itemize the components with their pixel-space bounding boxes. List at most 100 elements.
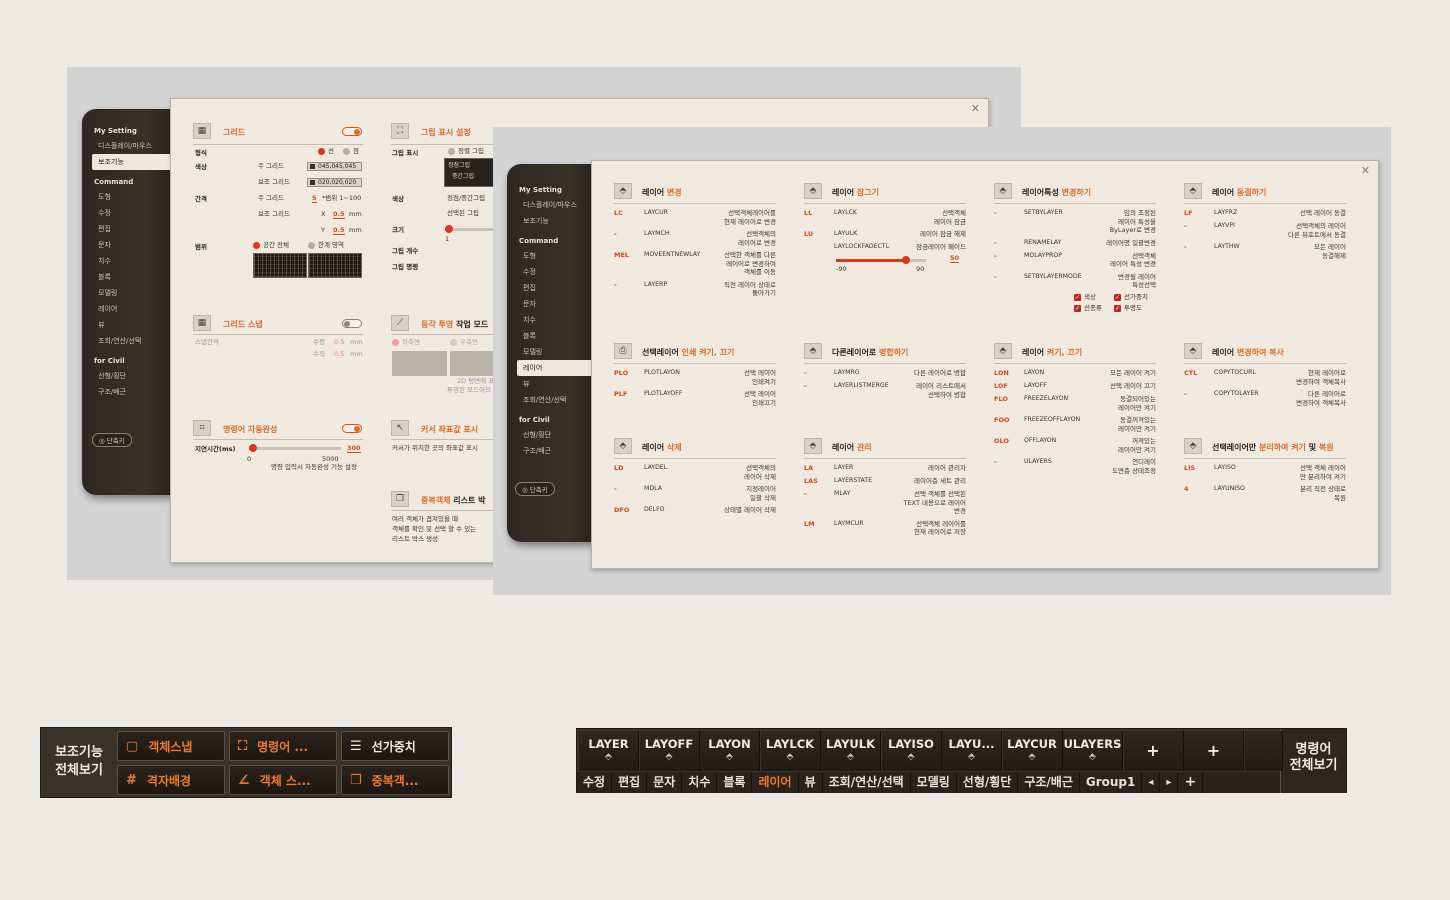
command-name[interactable]: LAYERP <box>644 281 667 288</box>
close-icon[interactable]: ✕ <box>971 102 980 115</box>
sidebar-item-edit[interactable]: 편집 <box>82 221 172 237</box>
ribbon-tab[interactable]: 선형/횡단 <box>957 772 1019 793</box>
command-name[interactable]: SETBYLAYERMODE <box>1024 273 1082 280</box>
command-view-all-button[interactable]: 명령어 전체보기 <box>1280 729 1346 793</box>
sidebar-item-text[interactable]: 문자 <box>507 296 595 312</box>
command-name[interactable]: LAYLOCKFADECTL <box>834 243 889 250</box>
command-name[interactable]: LAYERLISTMERGE <box>834 382 889 389</box>
command-name[interactable]: LAYISO <box>1214 464 1236 471</box>
radio-line[interactable] <box>318 148 325 155</box>
snap-toggle[interactable] <box>342 319 362 328</box>
tab-prev-icon[interactable]: ◂ <box>1142 772 1161 793</box>
command-name[interactable]: LAYUNISO <box>1214 485 1245 492</box>
command-name[interactable]: MOLAYPROP <box>1024 252 1062 259</box>
fade-value[interactable]: 50 <box>950 254 960 263</box>
command-name[interactable]: DELFO <box>644 506 665 513</box>
sidebar-item-dimension[interactable]: 치수 <box>82 253 172 269</box>
command-name[interactable]: RENAMELAY <box>1024 239 1061 246</box>
radio-right-side[interactable] <box>450 339 457 346</box>
command-name[interactable]: LAYOFF <box>1024 382 1047 389</box>
radio-align-grip[interactable] <box>448 148 455 155</box>
sidebar-item-block[interactable]: 블록 <box>82 269 172 285</box>
command-name[interactable]: MDLA <box>644 485 662 492</box>
ribbon-tab[interactable]: Group1 <box>1080 772 1143 793</box>
main-grid-color[interactable]: 045,045,045 <box>307 162 362 171</box>
sidebar-item-block[interactable]: 블록 <box>507 328 595 344</box>
command-name[interactable]: LAYDEL <box>644 464 667 471</box>
command-name[interactable]: LAYERSTATE <box>834 477 872 484</box>
command-name[interactable]: MOVEENTNEWLAY <box>644 251 700 258</box>
sub-grid-color[interactable]: 020,020,020 <box>307 178 362 187</box>
command-name[interactable]: LAYON <box>1024 369 1044 376</box>
main-grid-value[interactable]: 5 <box>312 194 317 203</box>
shortcut-button[interactable]: ◎ 단축키 <box>92 433 132 447</box>
sidebar-item-assist[interactable]: 보조기능 <box>92 154 172 170</box>
add-command-button[interactable]: + <box>1123 731 1184 771</box>
ribbon-tab[interactable]: 모델링 <box>911 772 957 793</box>
lineweight-button[interactable]: ☰ 선가중치 <box>341 731 449 761</box>
command-name[interactable]: LAYMRG <box>834 369 860 376</box>
sidebar-item-layer[interactable]: 레이어 <box>82 301 172 317</box>
command-name[interactable]: LAYER <box>834 464 853 471</box>
delay-slider[interactable] <box>249 444 341 452</box>
shortcut-button[interactable]: ◎ 단축키 <box>515 482 555 496</box>
snap-h-value[interactable]: 0.5 <box>334 338 344 347</box>
command-name[interactable]: LAYULK <box>834 230 857 237</box>
command-name[interactable]: LAYMCH <box>644 230 669 237</box>
command-name[interactable]: ULAYERS <box>1024 458 1052 465</box>
checkbox[interactable]: ✓ <box>1074 304 1081 312</box>
snap-v-value[interactable]: 0.5 <box>334 350 344 359</box>
ribbon-tab[interactable]: 치수 <box>682 772 718 793</box>
command-name[interactable]: LAYTHW <box>1214 243 1240 250</box>
command-name[interactable]: COPYTOLAYER <box>1214 390 1259 397</box>
sidebar-item-view[interactable]: 뷰 <box>82 317 172 333</box>
grid-background-button[interactable]: # 격자배경 <box>117 765 225 795</box>
layer-command-button[interactable]: LAYLCK ⬘ <box>760 731 821 771</box>
command-name[interactable]: LAYFRZ <box>1214 209 1237 216</box>
sidebar-item-display[interactable]: 디스플레이/마우스 <box>507 197 595 213</box>
empty-slot[interactable] <box>1244 731 1283 771</box>
sidebar-item-modify[interactable]: 수정 <box>507 264 595 280</box>
command-name[interactable]: LAYLCK <box>834 209 857 216</box>
sidebar-item-modeling[interactable]: 모델링 <box>507 344 595 360</box>
sidebar-item-modeling[interactable]: 모델링 <box>82 285 172 301</box>
layer-command-button[interactable]: LAYER ⬘ <box>579 731 639 771</box>
sidebar-item-alignment[interactable]: 선형/횡단 <box>507 427 595 443</box>
layer-command-button[interactable]: LAYU... ⬘ <box>942 731 1002 771</box>
fade-slider[interactable] <box>836 256 926 264</box>
sidebar-item-modify[interactable]: 수정 <box>82 205 172 221</box>
ribbon-tab[interactable]: 뷰 <box>799 772 823 793</box>
checkbox[interactable]: ✓ <box>1074 293 1081 301</box>
command-name[interactable]: FREEZEOFFLAYON <box>1024 416 1080 423</box>
sidebar-item-layer[interactable]: 레이어 <box>517 360 595 376</box>
sidebar-item-dimension[interactable]: 치수 <box>507 312 595 328</box>
radio-dot[interactable] <box>343 148 350 155</box>
sidebar-item-structure[interactable]: 구조/배근 <box>82 384 172 400</box>
autocomplete-toggle[interactable] <box>342 424 362 433</box>
sidebar-item-view[interactable]: 뷰 <box>507 376 595 392</box>
duplicate-button[interactable]: ❐ 중복객... <box>341 765 449 795</box>
command-name[interactable]: COPYTOCURL <box>1214 369 1256 376</box>
ribbon-tab[interactable]: 수정 <box>577 772 613 793</box>
command-name[interactable]: LAYMCUR <box>834 520 864 527</box>
sidebar-item-shape[interactable]: 도형 <box>82 189 172 205</box>
radio-limit-area[interactable] <box>308 242 315 249</box>
sidebar-item-edit[interactable]: 편집 <box>507 280 595 296</box>
ribbon-tab[interactable]: 레이어 <box>752 772 799 793</box>
ribbon-tab[interactable]: 블록 <box>717 772 753 793</box>
add-command-button[interactable]: + <box>1184 731 1244 771</box>
checkbox[interactable]: ✓ <box>1114 304 1121 312</box>
object-s-button[interactable]: ∠ 객체 스... <box>229 765 337 795</box>
sidebar-item-shape[interactable]: 도형 <box>507 248 595 264</box>
layer-command-button[interactable]: ULAYERS ⬘ <box>1063 731 1123 771</box>
command-name[interactable]: LAYVPI <box>1214 222 1235 229</box>
layer-command-button[interactable]: LAYON ⬘ <box>700 731 760 771</box>
sidebar-item-display[interactable]: 디스플레이/마우스 <box>82 138 172 154</box>
command-name[interactable]: OFFLAYON <box>1024 437 1056 444</box>
layer-command-button[interactable]: LAYULK ⬘ <box>821 731 881 771</box>
ribbon-tab[interactable]: 조회/연산/선택 <box>823 772 911 793</box>
command-name[interactable]: MLAY <box>834 490 850 497</box>
radio-full-space[interactable] <box>253 242 260 249</box>
sidebar-item-assist[interactable]: 보조기능 <box>507 213 595 229</box>
command-name[interactable]: FREEZELAYON <box>1024 395 1068 402</box>
